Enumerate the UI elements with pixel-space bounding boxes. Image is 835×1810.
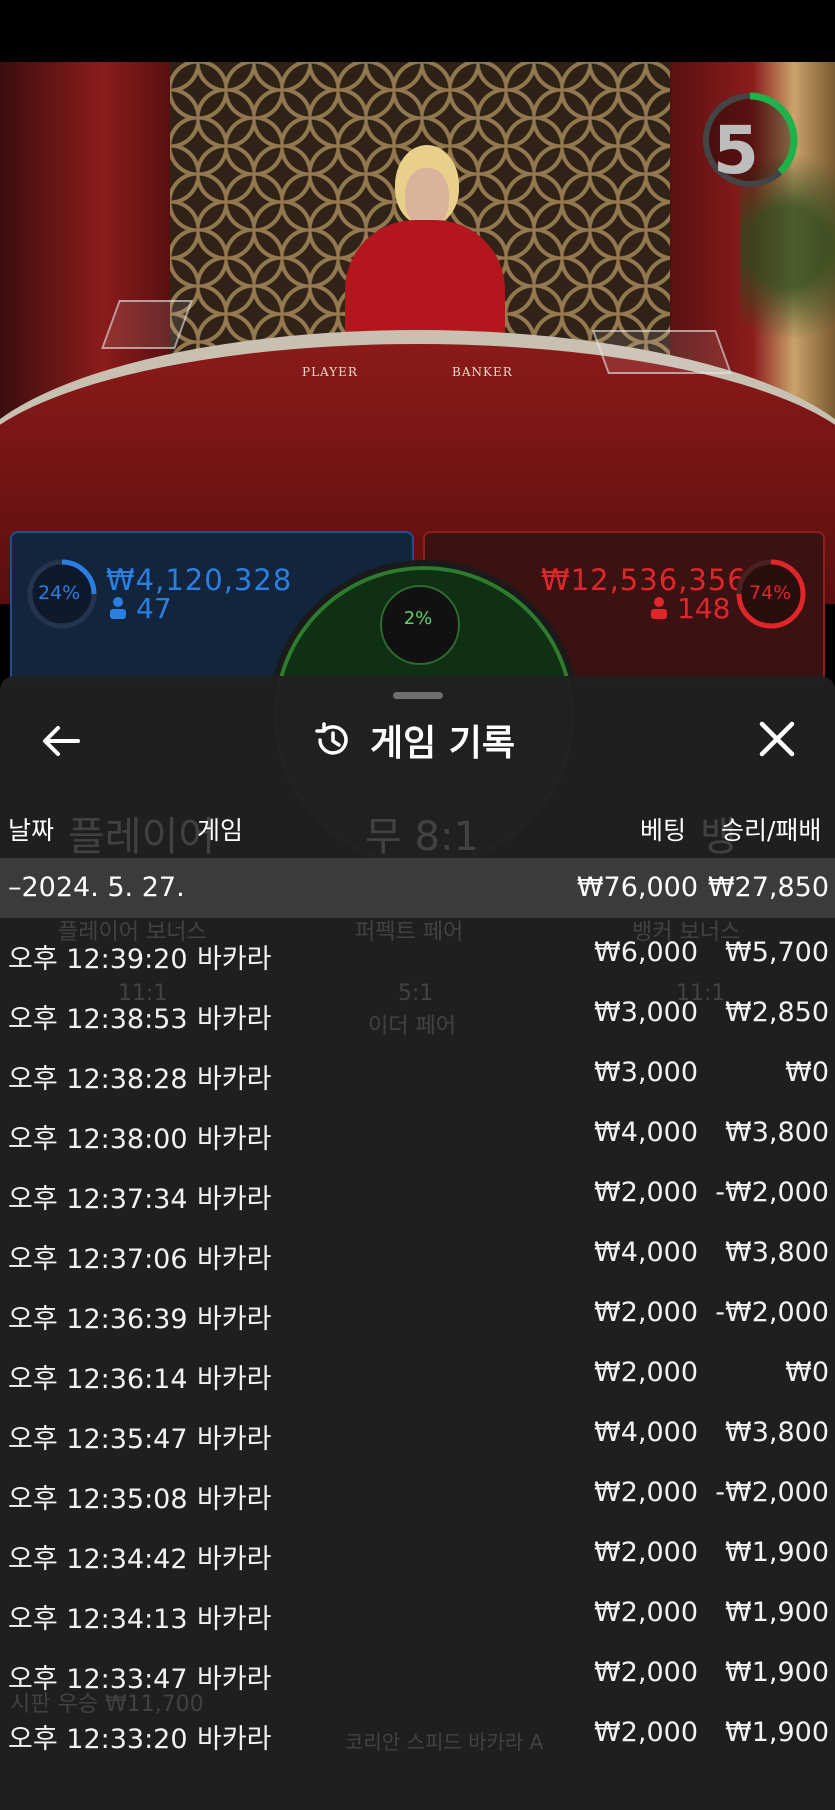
date-group-bet-total: ₩76,000 [576, 872, 698, 903]
person-icon [110, 597, 126, 619]
row-bet: ₩2,000 [594, 1297, 698, 1328]
row-bet: ₩4,000 [594, 1117, 698, 1148]
column-header-game: 게임 [197, 816, 244, 845]
history-row[interactable]: 오후 12:39:20 바카라 ₩6,000 ₩5,700 [0, 923, 835, 983]
player-bettor-count: 47 [136, 592, 172, 625]
arrow-left-icon[interactable] [38, 718, 84, 764]
banker-bettor-count: 148 [677, 592, 731, 625]
row-time: 오후 12:33:47 [8, 1664, 188, 1695]
row-time: 오후 12:34:42 [8, 1544, 188, 1575]
sheet-header: 게임 기록 [312, 712, 515, 768]
row-result: ₩1,900 [725, 1717, 829, 1748]
row-game: 바카라 [197, 944, 272, 975]
player-total-amount: ₩4,120,328 [106, 563, 293, 597]
card-shoe-right [591, 330, 733, 374]
status-bar [0, 0, 835, 62]
page-title: 게임 기록 [370, 723, 516, 764]
row-game: 바카라 [197, 1424, 272, 1455]
person-icon [651, 597, 667, 619]
history-row[interactable]: 오후 12:35:08 바카라 ₩2,000 -₩2,000 [0, 1463, 835, 1523]
row-game: 바카라 [197, 1484, 272, 1515]
banker-percent: 74% [749, 582, 792, 604]
history-row[interactable]: 오후 12:34:42 바카라 ₩2,000 ₩1,900 [0, 1523, 835, 1583]
row-result: ₩1,900 [725, 1657, 829, 1688]
close-icon[interactable] [752, 718, 802, 764]
row-time: 오후 12:36:14 [8, 1364, 188, 1395]
date-group-row[interactable]: –2024. 5. 27. ₩76,000 ₩27,850 [0, 858, 835, 918]
row-time: 오후 12:38:00 [8, 1124, 188, 1155]
row-bet: ₩2,000 [594, 1597, 698, 1628]
row-time: 오후 12:33:20 [8, 1724, 188, 1755]
row-game: 바카라 [197, 1244, 272, 1275]
row-result: ₩3,800 [725, 1417, 829, 1448]
row-bet: ₩4,000 [594, 1237, 698, 1268]
row-result: ₩0 [785, 1357, 829, 1388]
row-time: 오후 12:37:34 [8, 1184, 188, 1215]
row-bet: ₩2,000 [594, 1357, 698, 1388]
history-clock-icon [315, 722, 348, 755]
row-time: 오후 12:39:20 [8, 944, 188, 975]
row-result: ₩3,800 [725, 1237, 829, 1268]
row-game: 바카라 [197, 1304, 272, 1335]
row-result: ₩3,800 [725, 1117, 829, 1148]
row-result: -₩2,000 [715, 1297, 829, 1328]
row-bet: ₩3,000 [594, 1057, 698, 1088]
table-label-banker: BANKER [452, 365, 513, 379]
row-bet: ₩2,000 [594, 1477, 698, 1508]
history-row[interactable]: 오후 12:33:20 바카라 ₩2,000 ₩1,900 [0, 1703, 835, 1763]
row-game: 바카라 [197, 1124, 272, 1155]
row-time: 오후 12:35:08 [8, 1484, 188, 1515]
row-game: 바카라 [197, 1724, 272, 1755]
row-game: 바카라 [197, 1544, 272, 1575]
row-bet: ₩3,000 [594, 997, 698, 1028]
column-header-date: 날짜 [8, 816, 55, 845]
row-game: 바카라 [197, 1004, 272, 1035]
row-bet: ₩2,000 [594, 1177, 698, 1208]
row-result: ₩1,900 [725, 1537, 829, 1568]
row-time: 오후 12:37:06 [8, 1244, 188, 1275]
player-percent: 24% [38, 582, 81, 604]
row-bet: ₩2,000 [594, 1717, 698, 1748]
row-time: 오후 12:38:28 [8, 1064, 188, 1095]
history-row[interactable]: 오후 12:35:47 바카라 ₩4,000 ₩3,800 [0, 1403, 835, 1463]
row-result: -₩2,000 [715, 1477, 829, 1508]
history-row[interactable]: 오후 12:37:34 바카라 ₩2,000 -₩2,000 [0, 1163, 835, 1223]
row-time: 오후 12:38:53 [8, 1004, 188, 1035]
row-game: 바카라 [197, 1184, 272, 1215]
row-game: 바카라 [197, 1064, 272, 1095]
history-row[interactable]: 오후 12:34:13 바카라 ₩2,000 ₩1,900 [0, 1583, 835, 1643]
tie-percent: 2% [403, 608, 433, 629]
row-game: 바카라 [197, 1364, 272, 1395]
history-row[interactable]: 오후 12:36:39 바카라 ₩2,000 -₩2,000 [0, 1283, 835, 1343]
row-time: 오후 12:35:47 [8, 1424, 188, 1455]
history-row[interactable]: 오후 12:38:53 바카라 ₩3,000 ₩2,850 [0, 983, 835, 1043]
history-row[interactable]: 오후 12:33:47 바카라 ₩2,000 ₩1,900 [0, 1643, 835, 1703]
table-label-player: PLAYER [302, 365, 358, 379]
row-game: 바카라 [197, 1664, 272, 1695]
history-row[interactable]: 오후 12:37:06 바카라 ₩4,000 ₩3,800 [0, 1223, 835, 1283]
row-result: -₩2,000 [715, 1177, 829, 1208]
column-header-result: 승리/패배 [721, 816, 822, 845]
countdown-number: 5 [713, 112, 759, 189]
row-bet: ₩2,000 [594, 1657, 698, 1688]
date-group-label: –2024. 5. 27. [8, 872, 185, 903]
history-row[interactable]: 오후 12:36:14 바카라 ₩2,000 ₩0 [0, 1343, 835, 1403]
dealer-face [405, 168, 449, 228]
date-group-result-total: ₩27,850 [707, 872, 829, 903]
row-result: ₩2,850 [725, 997, 829, 1028]
row-time: 오후 12:34:13 [8, 1604, 188, 1635]
history-row[interactable]: 오후 12:38:00 바카라 ₩4,000 ₩3,800 [0, 1103, 835, 1163]
row-bet: ₩4,000 [594, 1417, 698, 1448]
sheet-drag-handle[interactable] [393, 692, 443, 699]
row-result: ₩1,900 [725, 1597, 829, 1628]
row-time: 오후 12:36:39 [8, 1304, 188, 1335]
row-result: ₩0 [785, 1057, 829, 1088]
row-bet: ₩2,000 [594, 1537, 698, 1568]
row-bet: ₩6,000 [594, 937, 698, 968]
history-row[interactable]: 오후 12:38:28 바카라 ₩3,000 ₩0 [0, 1043, 835, 1103]
column-header-bet: 베팅 [640, 816, 687, 845]
row-result: ₩5,700 [725, 937, 829, 968]
row-game: 바카라 [197, 1604, 272, 1635]
